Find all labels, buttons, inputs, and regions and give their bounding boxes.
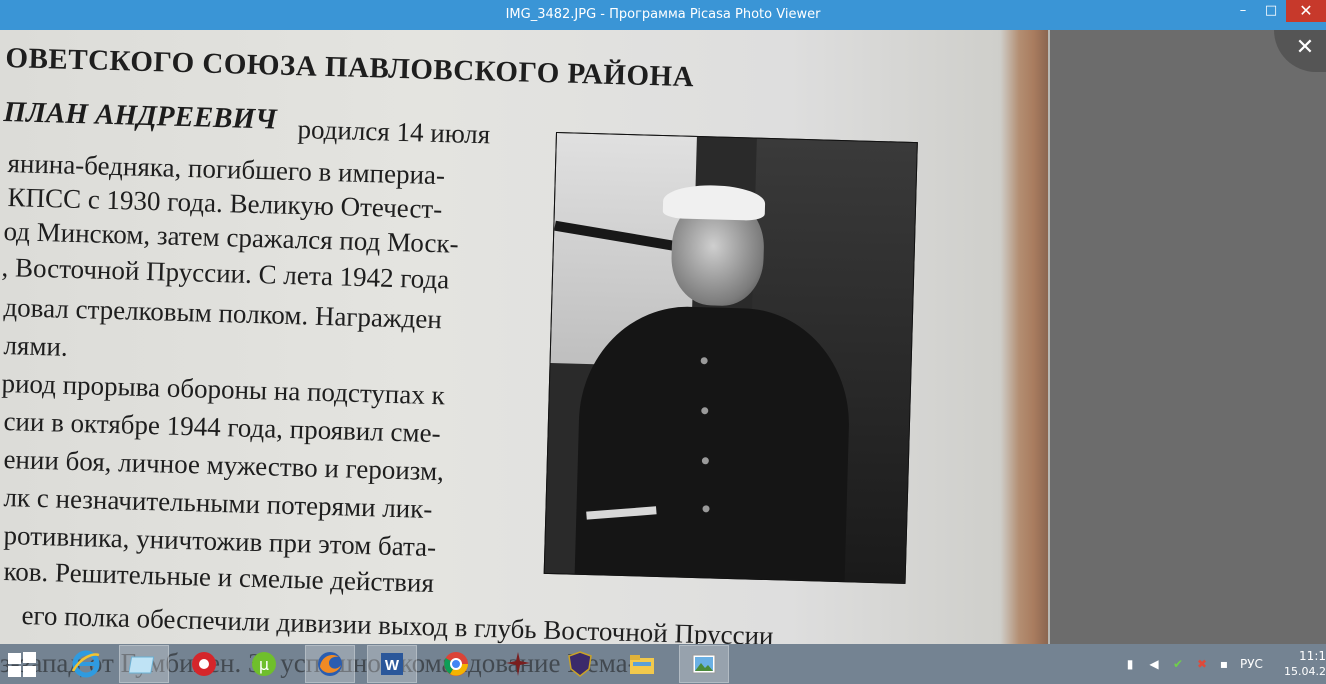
photo-name: ПЛАН АНДРЕЕВИЧ [3,96,278,136]
firefox-icon[interactable] [305,645,355,683]
viewer-close-button[interactable]: ✕ [1274,30,1326,72]
photo-line-14: его полка обеспечили дивизии выход в глу… [21,600,774,644]
photo-line-13: ков. Решительные и смелые действия [3,556,435,599]
word-icon[interactable]: W [367,645,417,683]
photo-line-6: довал стрелковым полком. Награжден [3,292,443,335]
portrait-photo [543,132,918,584]
network-icon[interactable]: ✖ [1194,656,1210,672]
photo-table-edge [1000,30,1048,644]
photo: ОВЕТСКОГО СОЮЗА ПАВЛОВСКОГО РАЙОНА ПЛАН … [0,30,1050,644]
folder-app-icon[interactable] [119,645,169,683]
photo-line-8: риод прорыва обороны на подступах к [1,368,446,411]
device-icon[interactable]: ▮ [1122,656,1138,672]
window-titlebar[interactable]: IMG_3482.JPG - Программа Picasa Photo Vi… [0,0,1326,30]
game-icon[interactable] [494,646,542,682]
photo-line-9: сии в октябре 1944 года, проявил сме- [3,406,441,449]
photo-line-11: лк с незначительными потерями лик- [3,482,433,524]
red-app-icon[interactable] [180,646,228,682]
taskbar: з-запад от Гумбинен. За успешное командо… [0,644,1326,684]
utorrent-icon[interactable]: μ [240,646,288,682]
keyboard-icon[interactable]: ▪ [1216,656,1232,672]
window-title: IMG_3482.JPG - Программа Picasa Photo Vi… [505,7,821,22]
file-explorer-icon[interactable] [618,646,666,682]
internet-explorer-icon[interactable] [62,646,110,682]
photo-line-12: ротивника, уничтожив при этом бата- [3,520,437,563]
close-button[interactable]: ✕ [1286,0,1326,22]
start-button[interactable] [8,652,38,678]
svg-text:W: W [385,657,400,674]
photo-line-10: ении боя, личное мужество и героизм, [3,444,445,487]
chrome-icon[interactable] [432,646,480,682]
language-indicator[interactable]: РУС [1240,657,1263,671]
clock-date[interactable]: 15.04.2 [1284,665,1326,678]
photo-heading: ОВЕТСКОГО СОЮЗА ПАВЛОВСКОГО РАЙОНА [5,42,695,94]
shield-game-icon[interactable] [556,646,604,682]
picasa-photo-viewer-icon[interactable] [679,645,729,683]
minimize-button[interactable]: – [1228,0,1258,22]
system-tray: ▮ ◀ ✔ ✖ ▪ РУС 11:1 15.04.2 [1116,644,1326,684]
svg-text:μ: μ [259,655,269,674]
photo-line-1: родился 14 июля [297,114,491,150]
photo-line-7: лями. [3,330,69,362]
maximize-button[interactable]: □ [1256,0,1286,22]
security-icon[interactable]: ✔ [1170,656,1186,672]
photo-line-5: , Восточной Пруссии. С лета 1942 года [1,252,450,295]
photo-viewer-area[interactable]: ОВЕТСКОГО СОЮЗА ПАВЛОВСКОГО РАЙОНА ПЛАН … [0,30,1326,644]
clock-time[interactable]: 11:1 [1299,649,1326,663]
volume-icon[interactable]: ◀ [1146,656,1162,672]
